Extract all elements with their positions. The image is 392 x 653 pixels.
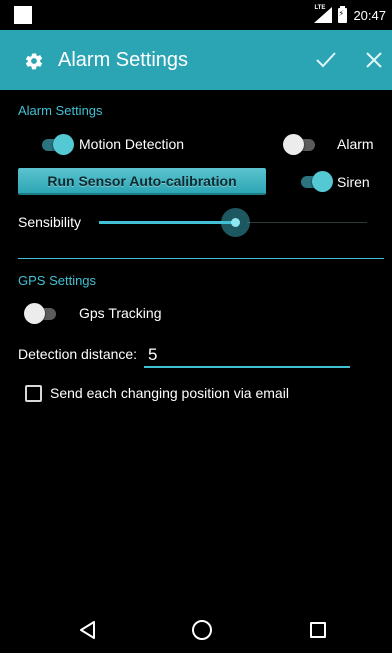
detection-distance-value[interactable]: 5 — [148, 345, 157, 365]
action-bar: Alarm Settings — [0, 30, 392, 90]
siren-switch[interactable] — [297, 170, 333, 192]
motion-detection-switch[interactable] — [38, 133, 74, 155]
gps-tracking-switch[interactable] — [24, 302, 60, 324]
status-bar: LTE 20:47 — [0, 0, 392, 30]
clock: 20:47 — [353, 7, 386, 23]
signal-icon: LTE — [314, 5, 333, 23]
slider-thumb[interactable] — [231, 218, 240, 227]
detection-distance-label: Detection distance: — [18, 346, 138, 362]
back-icon[interactable] — [80, 621, 96, 639]
section-divider — [18, 258, 384, 259]
sensibility-label: Sensibility — [18, 214, 82, 230]
slider-track-filled — [99, 221, 235, 224]
gear-icon — [25, 53, 43, 70]
close-icon[interactable] — [364, 50, 384, 70]
gps-section-title: GPS Settings — [18, 273, 97, 288]
page-title: Alarm Settings — [58, 49, 189, 71]
motion-detection-label: Motion Detection — [79, 136, 185, 152]
slider-track-empty — [247, 222, 367, 223]
field-underline — [144, 366, 350, 368]
send-email-label: Send each changing position via email — [50, 385, 289, 401]
alarm-section-title: Alarm Settings — [18, 103, 103, 118]
gps-tracking-label: Gps Tracking — [79, 305, 162, 321]
battery-charging-icon — [338, 5, 348, 23]
network-type-label: LTE — [314, 5, 326, 11]
check-icon[interactable] — [315, 50, 337, 70]
notification-icon — [14, 6, 32, 24]
recents-icon[interactable] — [310, 622, 326, 638]
home-icon[interactable] — [192, 620, 212, 640]
send-email-checkbox[interactable] — [25, 385, 42, 402]
run-sensor-calibration-button[interactable]: Run Sensor Auto-calibration — [18, 168, 266, 195]
status-indicators: LTE 20:47 — [314, 5, 386, 23]
siren-label: Siren — [337, 174, 370, 190]
alarm-switch[interactable] — [283, 133, 319, 155]
alarm-label: Alarm — [337, 136, 374, 152]
